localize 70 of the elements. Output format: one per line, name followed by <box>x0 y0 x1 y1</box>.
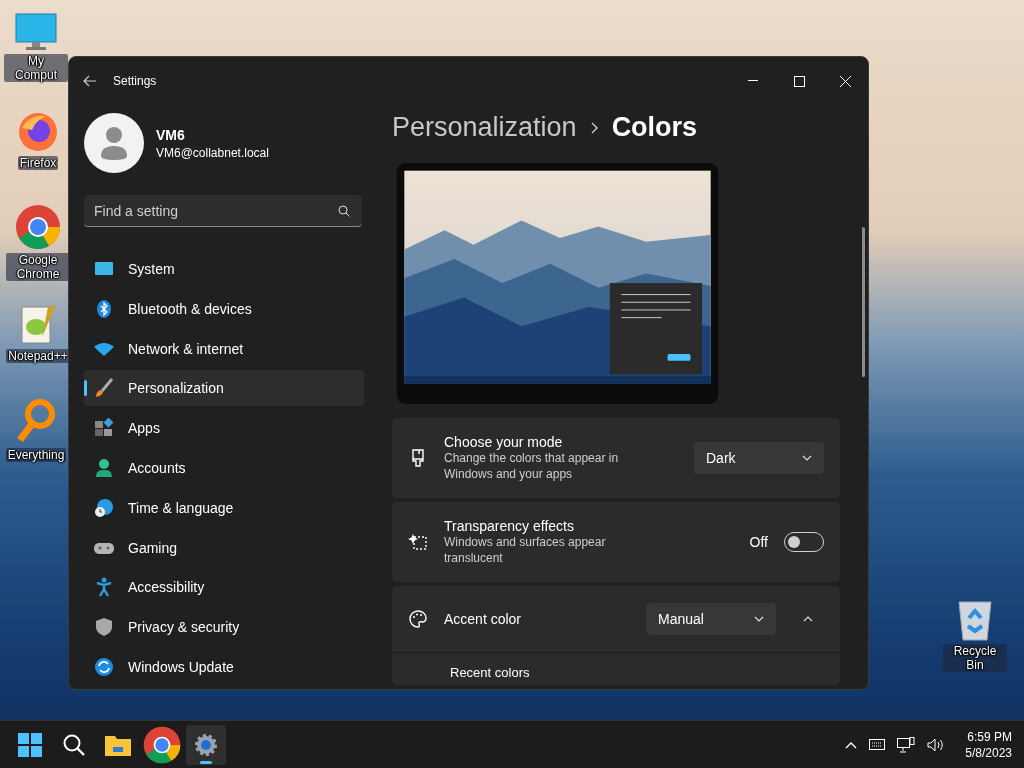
nav-item[interactable]: Bluetooth & devices <box>84 290 364 327</box>
firefox-icon <box>16 110 60 154</box>
mode-dropdown[interactable]: Dark <box>694 442 824 474</box>
nav-item[interactable]: Personalization <box>84 370 364 407</box>
search-icon <box>338 205 350 217</box>
clock-date: 5/8/2023 <box>965 744 1012 761</box>
palette-icon <box>408 609 428 629</box>
shield-icon <box>94 617 114 638</box>
paintbrush-icon <box>94 378 114 399</box>
setting-description: Change the colors that appear in Windows and your apps <box>444 450 620 482</box>
accessibility-icon <box>94 577 114 598</box>
setting-title: Accent color <box>444 611 523 627</box>
transparency-icon <box>408 532 428 552</box>
windows-logo-icon <box>18 732 42 757</box>
speaker-icon[interactable] <box>927 737 946 752</box>
chrome-icon <box>14 203 62 251</box>
folder-icon <box>105 733 131 756</box>
setting-description: Windows and surfaces appear translucent <box>444 534 607 566</box>
selection-indicator <box>84 380 87 397</box>
nav-item[interactable]: Network & internet <box>84 330 364 367</box>
desktop-icon-label[interactable]: Google Chrome <box>6 253 70 281</box>
chevron-down-icon <box>754 616 764 622</box>
nav-item[interactable]: Apps <box>84 410 364 447</box>
update-icon <box>94 657 114 678</box>
page-title: Colors <box>611 112 698 144</box>
account-name: VM6 <box>156 126 186 143</box>
nav-item[interactable]: Windows Update <box>84 649 364 685</box>
accent-dropdown[interactable]: Manual <box>646 603 776 635</box>
monitor-icon <box>14 12 58 52</box>
chevron-right-icon <box>590 121 598 134</box>
setting-title: Choose your mode <box>444 434 564 450</box>
nav-item[interactable]: Accounts <box>84 450 364 486</box>
breadcrumb-link[interactable]: Personalization <box>392 112 577 144</box>
desktop-icon-label[interactable]: Recycle Bin <box>943 644 1007 672</box>
network-icon[interactable] <box>897 736 916 753</box>
nav-item[interactable]: Accessibility <box>84 569 364 606</box>
globe-clock-icon <box>94 497 114 518</box>
person-silhouette-icon <box>99 126 129 160</box>
taskbar-button[interactable] <box>142 724 182 765</box>
scrollbar[interactable] <box>862 227 865 377</box>
desktop-icon-label[interactable]: My Comput <box>4 54 68 82</box>
bluetooth-icon <box>94 298 114 319</box>
nav-item[interactable]: Gaming <box>84 529 364 566</box>
window-title: Settings <box>113 74 158 88</box>
clock[interactable]: 6:59 PM 5/8/2023 <box>965 728 1012 761</box>
chevron-down-icon <box>802 455 812 461</box>
chevron-up-icon[interactable] <box>845 740 858 749</box>
apps-icon <box>94 418 114 439</box>
nav-item[interactable]: Privacy & security <box>84 609 364 646</box>
toggle-state-label: Off <box>749 534 768 550</box>
person-icon <box>94 457 114 478</box>
minimize-icon <box>748 80 758 82</box>
search-field[interactable]: Find a setting <box>84 195 362 227</box>
nav-item[interactable]: System <box>84 251 364 287</box>
taskbar-button[interactable] <box>186 724 226 765</box>
gear-icon <box>194 732 218 757</box>
notepad-icon <box>18 303 58 347</box>
active-indicator <box>200 760 212 764</box>
section-label: Recent colors <box>450 665 530 680</box>
setting-title: Transparency effects <box>444 518 575 534</box>
nav-item[interactable]: Time & language <box>84 489 364 526</box>
maximize-icon <box>793 75 805 87</box>
close-icon <box>839 75 851 87</box>
account-email: VM6@collabnet.local <box>156 145 269 160</box>
chevron-up-icon <box>803 616 813 622</box>
back-arrow-icon[interactable] <box>83 75 97 87</box>
keyboard-icon[interactable] <box>869 739 886 750</box>
clock-time: 6:59 PM <box>967 728 1012 745</box>
search-icon <box>62 732 86 757</box>
recycle-bin-icon <box>956 598 994 642</box>
